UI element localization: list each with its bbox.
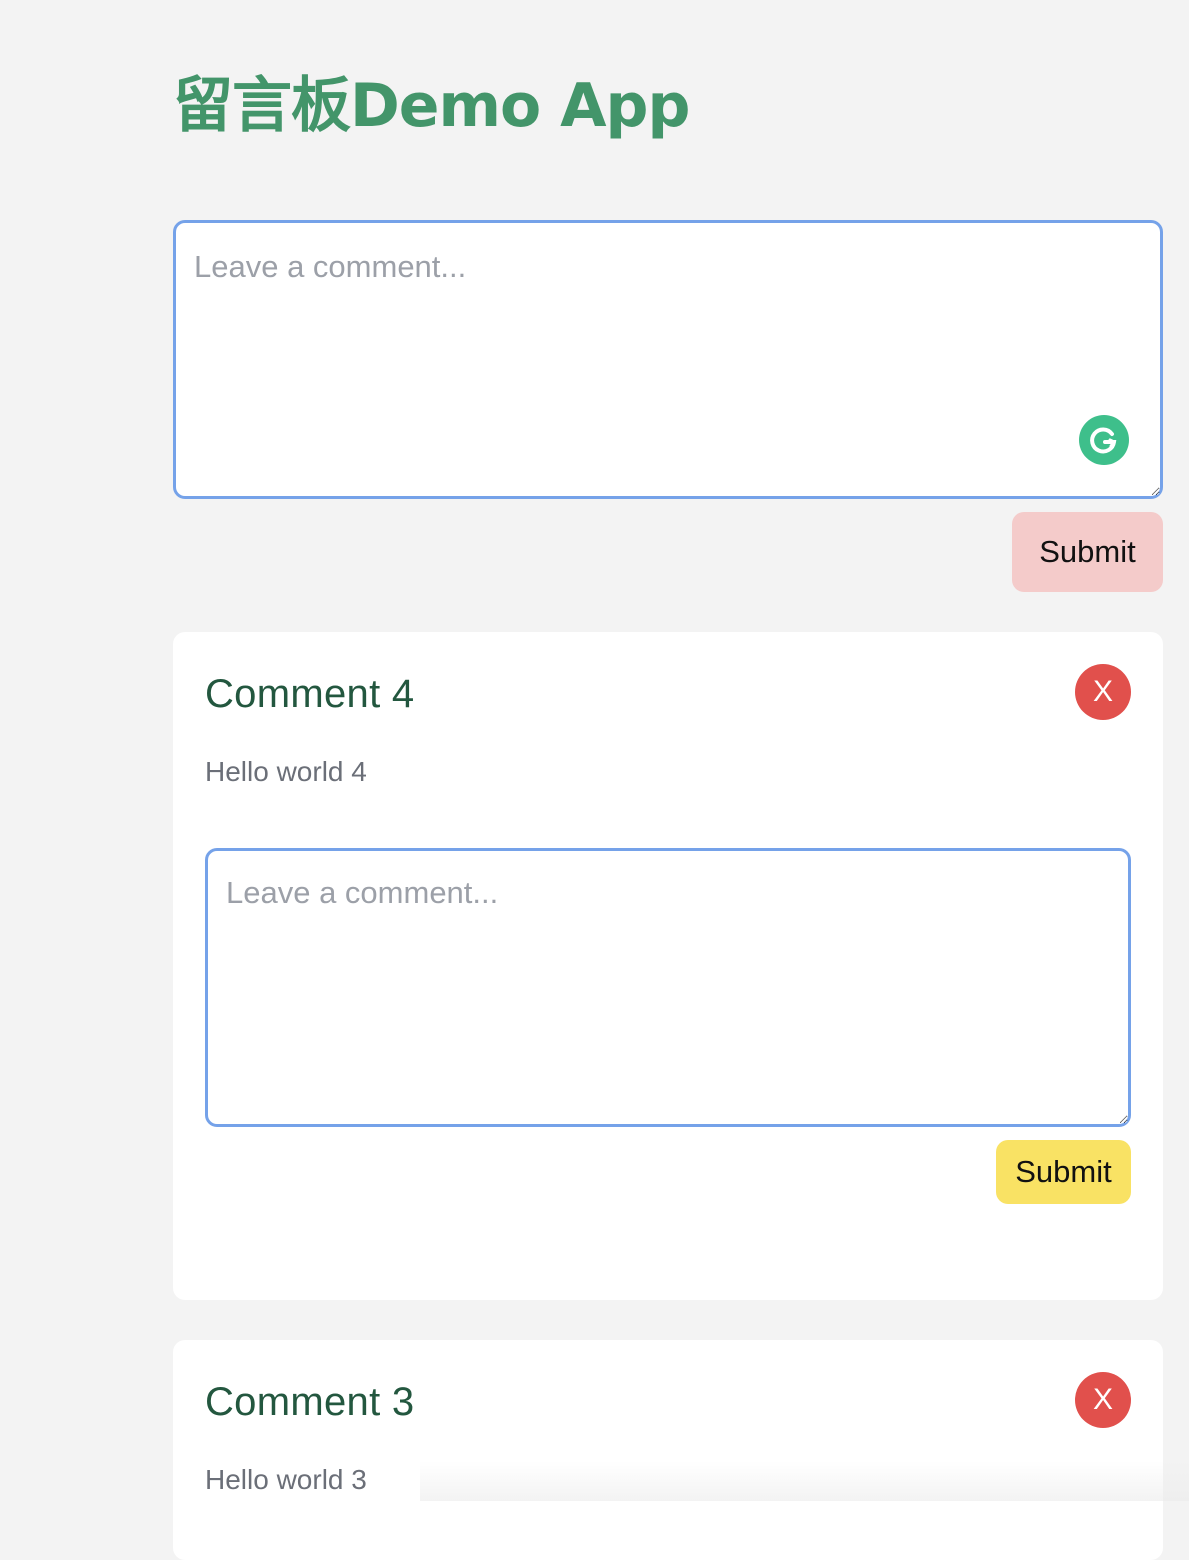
comment-body: Hello world 3 — [205, 1464, 367, 1495]
comment-body: Hello world 4 — [205, 756, 367, 787]
reply-form: Submit — [205, 848, 1131, 1204]
submit-comment-button[interactable]: Submit — [1012, 512, 1163, 592]
new-comment-input[interactable] — [173, 220, 1163, 499]
page-title: 留言板Demo App — [173, 71, 690, 141]
comment-title: Comment 3 — [205, 1380, 415, 1424]
submit-reply-button[interactable]: Submit — [996, 1140, 1131, 1204]
reply-input[interactable] — [205, 848, 1131, 1127]
comment-title: Comment 4 — [205, 672, 415, 716]
comment-card: Comment 4 X Hello world 4 Submit — [173, 632, 1163, 1300]
new-comment-form: Submit — [173, 220, 1163, 592]
comment-card: Comment 3 X Hello world 3 — [173, 1340, 1163, 1560]
delete-comment-button[interactable]: X — [1075, 1372, 1131, 1428]
delete-comment-button[interactable]: X — [1075, 664, 1131, 720]
grammarly-icon[interactable] — [1079, 415, 1129, 465]
grammarly-glyph — [1090, 427, 1117, 454]
